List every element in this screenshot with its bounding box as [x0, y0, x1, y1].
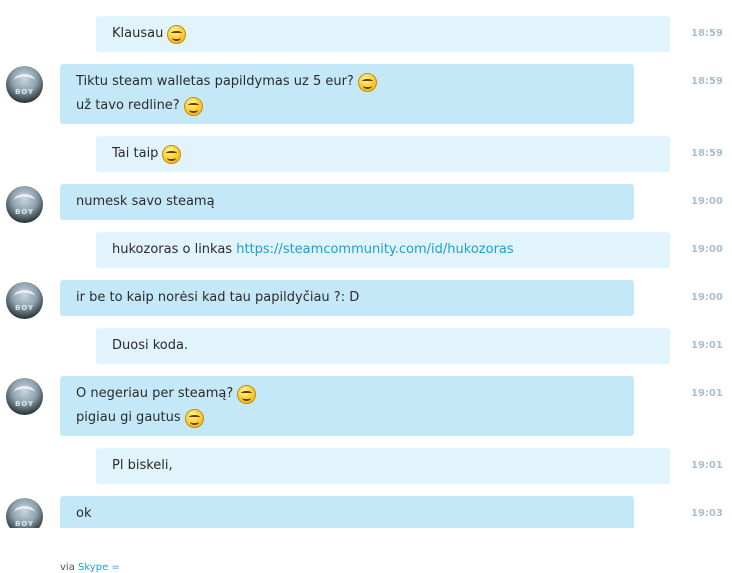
avatar-label: BOY	[14, 88, 35, 96]
outgoing-message-bubble[interactable]: Duosi koda.	[96, 328, 670, 364]
message-text: Pl biskeli,	[112, 458, 173, 473]
incoming-message-bubble[interactable]: O negeriau per steamą? pigiau gi gautus	[60, 376, 634, 436]
smile-emoticon-icon	[184, 408, 204, 428]
message-link[interactable]: https://steamcommunity.com/id/hukozoras	[236, 238, 513, 262]
message-timestamp: 18:59	[691, 148, 723, 159]
message-line: pigiau gi gautus	[76, 406, 618, 430]
message-text: Tiktu steam walletas papildymas uz 5 eur…	[76, 74, 354, 89]
message-timestamp: 19:01	[691, 340, 723, 351]
message-line: hukozoras o linkas https://steamcommunit…	[112, 238, 654, 262]
contact-avatar[interactable]: BOY	[6, 378, 43, 415]
footer-via: via Skype =	[60, 562, 120, 573]
avatar-label: BOY	[14, 400, 35, 408]
skype-link[interactable]: Skype =	[78, 562, 120, 573]
message-text: Duosi koda.	[112, 338, 189, 353]
message-timestamp: 18:59	[691, 28, 723, 39]
incoming-message-bubble[interactable]: ir be to kaip norėsi kad tau papildyčiau…	[60, 280, 634, 316]
smile-emoticon-icon	[162, 144, 182, 164]
message-line: Klausau	[112, 22, 654, 46]
message-timestamp: 19:00	[691, 244, 723, 255]
avatar-eagle-icon	[14, 506, 35, 519]
incoming-message-bubble[interactable]: numesk savo steamą	[60, 184, 634, 220]
avatar-label: BOY	[14, 208, 35, 216]
message-timestamp: 19:00	[691, 292, 723, 303]
message-line: ok	[76, 502, 618, 526]
message-line: ir be to kaip norėsi kad tau papildyčiau…	[76, 286, 618, 310]
message-line: O negeriau per steamą?	[76, 382, 618, 406]
message-text: ok	[76, 506, 92, 521]
message-timestamp: 18:59	[691, 76, 723, 87]
message-line: už tavo redline?	[76, 94, 618, 118]
avatar-eagle-icon	[14, 290, 35, 303]
message-timestamp: 19:01	[691, 460, 723, 471]
avatar-eagle-icon	[14, 194, 35, 207]
contact-avatar[interactable]: BOY	[6, 186, 43, 223]
message-timestamp: 19:03	[691, 508, 723, 519]
message-timestamp: 19:01	[691, 388, 723, 399]
message-text: pigiau gi gautus	[76, 410, 181, 425]
message-line: Duosi koda.	[112, 334, 654, 358]
smile-emoticon-icon	[183, 96, 203, 116]
contact-avatar[interactable]: BOY	[6, 282, 43, 319]
chat-history[interactable]: Klausau 18:59 BOY Tiktu steam walletas papi…	[0, 0, 732, 528]
message-line: Tai taip	[112, 142, 654, 166]
contact-avatar[interactable]: BOY	[6, 498, 43, 528]
incoming-message-bubble[interactable]: ok	[60, 496, 634, 528]
smile-emoticon-icon	[237, 384, 257, 404]
message-text: už tavo redline?	[76, 98, 180, 113]
contact-avatar[interactable]: BOY	[6, 66, 43, 103]
avatar-label: BOY	[14, 520, 35, 528]
message-line: Pl biskeli,	[112, 454, 654, 478]
outgoing-message-bubble[interactable]: Pl biskeli,	[96, 448, 670, 484]
outgoing-message-bubble[interactable]: Tai taip	[96, 136, 670, 172]
avatar-eagle-icon	[14, 386, 35, 399]
avatar-label: BOY	[14, 304, 35, 312]
incoming-message-bubble[interactable]: Tiktu steam walletas papildymas uz 5 eur…	[60, 64, 634, 124]
footer-via-text: via	[60, 562, 79, 573]
message-line: Tiktu steam walletas papildymas uz 5 eur…	[76, 70, 618, 94]
message-text: ir be to kaip norėsi kad tau papildyčiau…	[76, 290, 360, 305]
message-text: hukozoras o linkas	[112, 242, 237, 257]
outgoing-message-bubble[interactable]: hukozoras o linkas https://steamcommunit…	[96, 232, 670, 268]
message-text: O negeriau per steamą?	[76, 386, 234, 401]
avatar-eagle-icon	[14, 74, 35, 87]
message-line: numesk savo steamą	[76, 190, 618, 214]
message-text: Tai taip	[112, 146, 159, 161]
smile-emoticon-icon	[357, 72, 377, 92]
message-text: numesk savo steamą	[76, 194, 215, 209]
smile-emoticon-icon	[167, 24, 187, 44]
message-timestamp: 19:00	[691, 196, 723, 207]
message-text: Klausau	[112, 26, 164, 41]
outgoing-message-bubble[interactable]: Klausau	[96, 16, 670, 52]
